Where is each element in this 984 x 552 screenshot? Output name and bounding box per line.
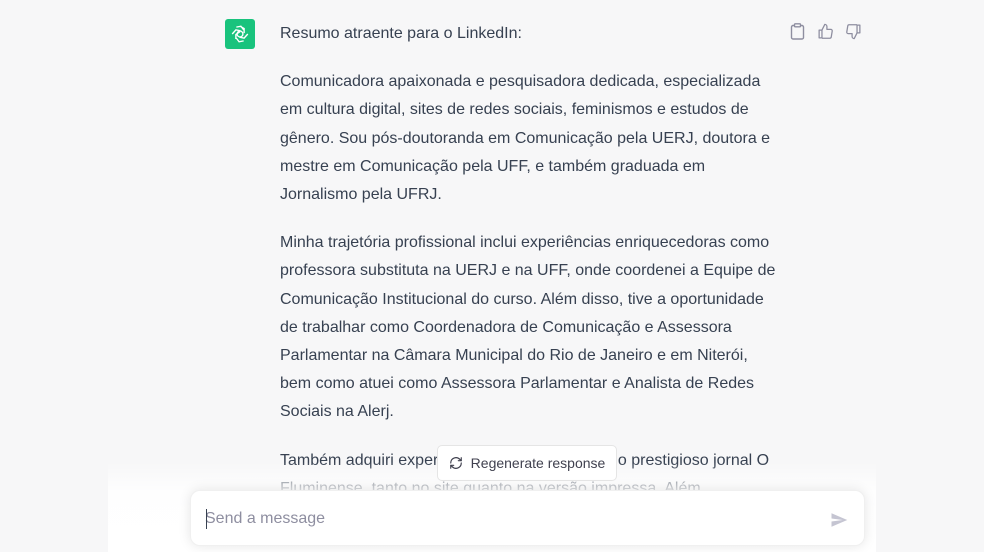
message-paragraph: Minha trajetória profissional inclui exp… xyxy=(280,234,776,421)
text-caret xyxy=(206,509,207,529)
copy-button[interactable] xyxy=(788,22,806,40)
send-icon xyxy=(831,513,848,527)
message-intro: Resumo atraente para o LinkedIn: xyxy=(280,25,522,42)
like-button[interactable] xyxy=(816,22,834,40)
message-actions xyxy=(788,22,862,40)
assistant-avatar xyxy=(225,19,255,49)
refresh-icon xyxy=(449,457,462,469)
message-composer xyxy=(190,490,865,546)
thumbs-down-icon xyxy=(845,23,861,39)
clipboard-icon xyxy=(790,22,804,40)
send-button[interactable] xyxy=(828,509,850,531)
openai-logo-icon xyxy=(231,25,249,43)
thumbs-up-icon xyxy=(817,23,833,39)
regenerate-response-button[interactable]: Regenerate response xyxy=(437,445,617,481)
message-input[interactable] xyxy=(205,507,805,531)
regenerate-label: Regenerate response xyxy=(470,455,606,471)
dislike-button[interactable] xyxy=(844,22,862,40)
message-paragraph: Comunicadora apaixonada e pesquisadora d… xyxy=(280,73,771,204)
